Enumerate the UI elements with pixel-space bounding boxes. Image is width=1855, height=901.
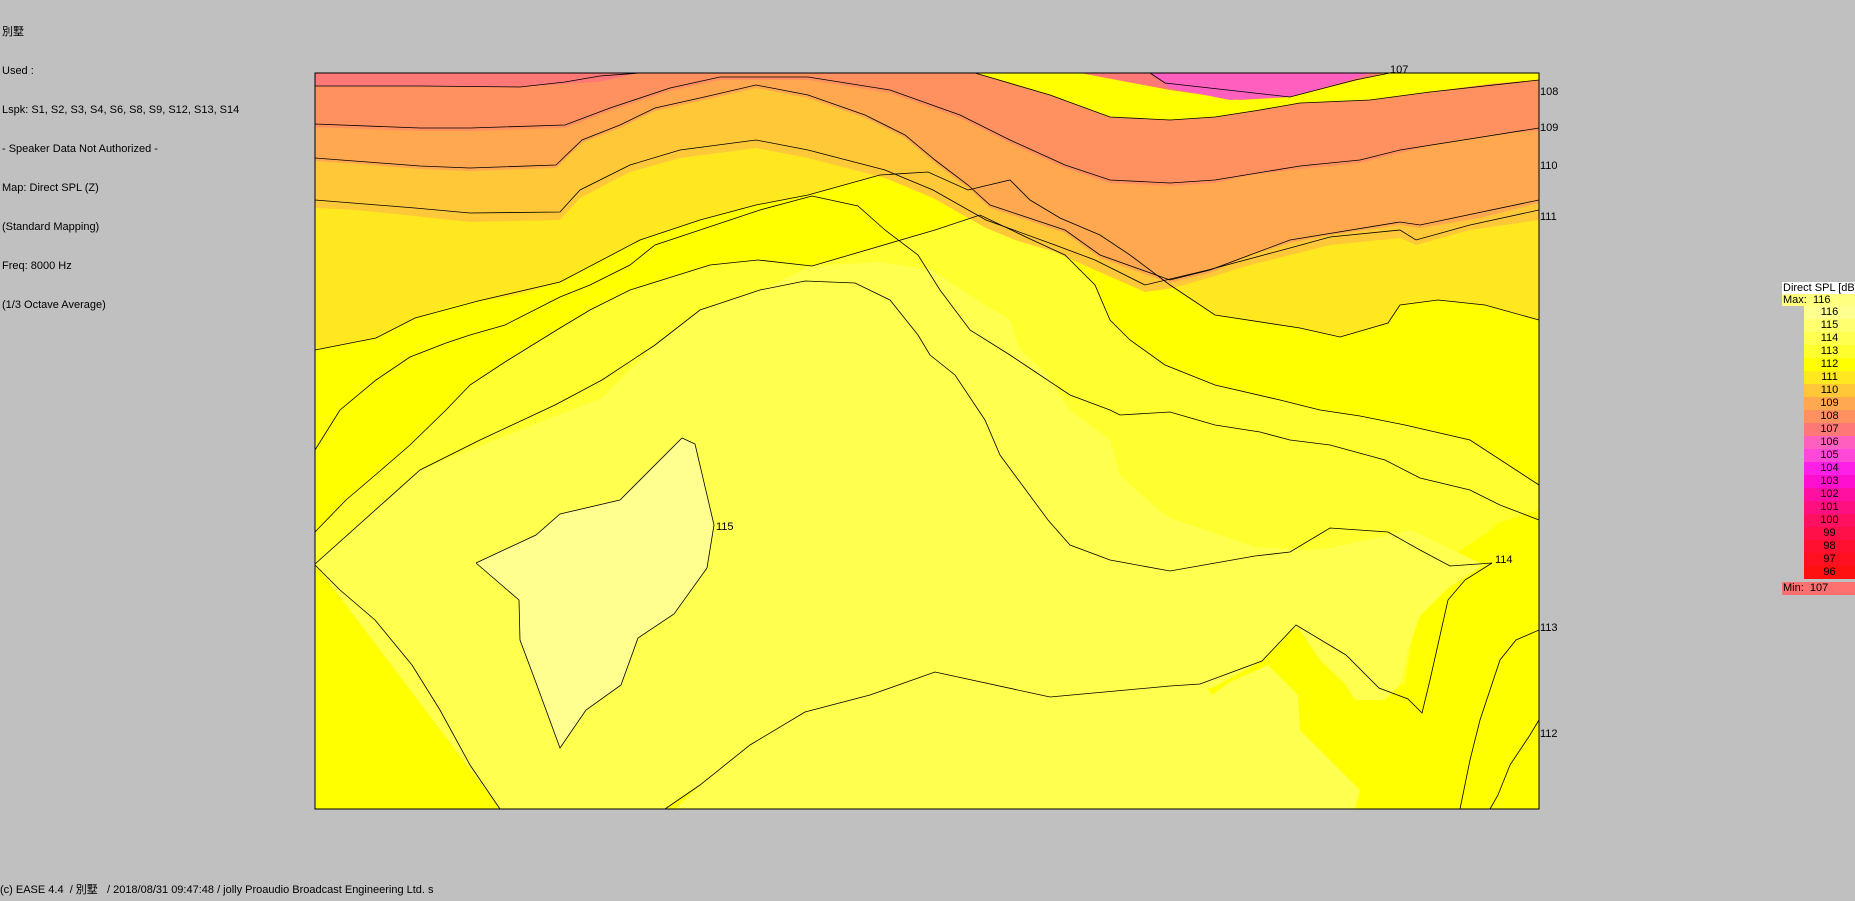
- contour-label-108: 108: [1540, 86, 1558, 98]
- plot-area: 107 108 109 110 111 115 114 113 112: [314, 64, 1558, 810]
- legend-min-value: 107: [1809, 582, 1829, 594]
- legend-max: Max: 116: [1782, 294, 1855, 306]
- legend-step-112: 112: [1804, 358, 1855, 371]
- legend-step-116: 116: [1804, 306, 1855, 319]
- legend-step-115: 115: [1804, 319, 1855, 332]
- contour-label-111: 111: [1540, 211, 1557, 223]
- legend-min-label: Min:: [1783, 582, 1804, 594]
- legend-step-99: 99: [1804, 527, 1855, 540]
- color-scale-legend: Direct SPL [dB] Max: 116 116 115 114 113 112…: [1782, 282, 1855, 595]
- contour-label-113: 113: [1540, 622, 1558, 634]
- contour-label-107: 107: [1390, 64, 1408, 76]
- legend-step-109: 109: [1804, 397, 1855, 410]
- contour-label-115: 115: [716, 521, 734, 533]
- legend-max-label: Max:: [1783, 294, 1807, 306]
- legend-step-96: 96: [1804, 566, 1855, 579]
- legend-step-106: 106: [1804, 436, 1855, 449]
- legend-max-value: 116: [1812, 294, 1831, 306]
- legend-step-114: 114: [1804, 332, 1855, 345]
- legend-step-113: 113: [1804, 345, 1855, 358]
- legend-step-102: 102: [1804, 488, 1855, 501]
- legend-step-100: 100: [1804, 514, 1855, 527]
- contour-label-110: 110: [1540, 160, 1558, 172]
- legend-step-103: 103: [1804, 475, 1855, 488]
- contour-label-112: 112: [1540, 728, 1558, 740]
- contour-label-109: 109: [1540, 122, 1558, 134]
- footer-credit: (c) EASE 4.4 / 別墅 / 2018/08/31 09:47:48 …: [0, 884, 434, 896]
- legend-steps: 116 115 114 113 112 111 110 109 108 107 106 105 104 1…: [1804, 306, 1855, 579]
- legend-step-105: 105: [1804, 449, 1855, 462]
- legend-title: Direct SPL [dB]: [1782, 282, 1855, 294]
- contour-label-114: 114: [1495, 554, 1513, 566]
- spl-contour-map: 107 108 109 110 111 115 114 113 112: [314, 64, 1558, 810]
- legend-step-110: 110: [1804, 384, 1855, 397]
- legend-step-104: 104: [1804, 462, 1855, 475]
- legend-min: Min: 107: [1782, 582, 1855, 595]
- legend-step-97: 97: [1804, 553, 1855, 566]
- legend-step-107: 107: [1804, 423, 1855, 436]
- legend-step-101: 101: [1804, 501, 1855, 514]
- legend-step-98: 98: [1804, 540, 1855, 553]
- legend-step-108: 108: [1804, 410, 1855, 423]
- legend-step-111: 111: [1804, 371, 1855, 384]
